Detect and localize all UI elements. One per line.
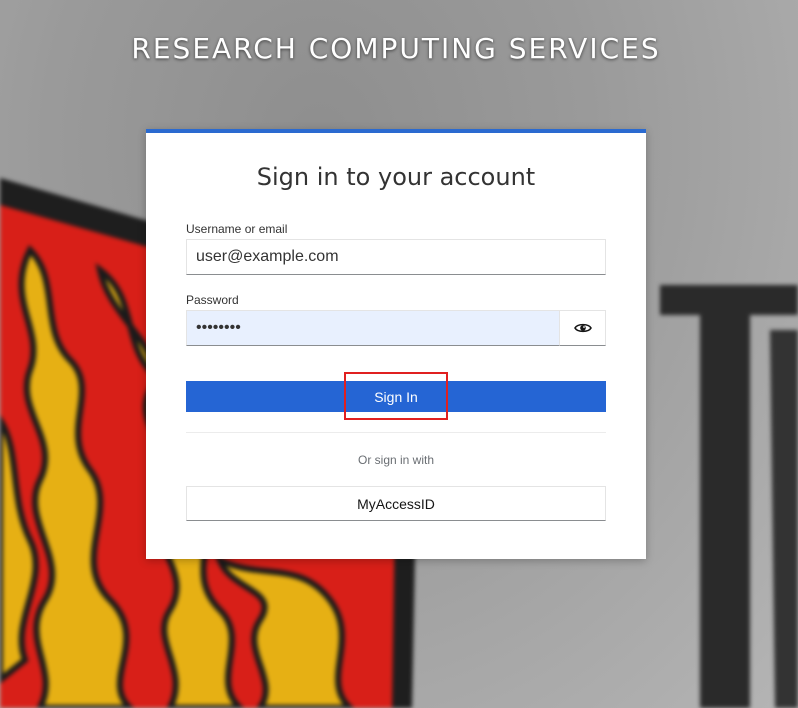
- sign-in-button[interactable]: Sign In: [186, 381, 606, 412]
- site-title: RESEARCH COMPUTING SERVICES: [131, 32, 661, 65]
- myaccessid-button[interactable]: MyAccessID: [186, 486, 606, 521]
- password-input[interactable]: [186, 310, 559, 346]
- password-label: Password: [186, 293, 239, 307]
- eye-icon: [573, 323, 592, 333]
- password-field-group: [186, 310, 606, 346]
- login-heading: Sign in to your account: [256, 163, 536, 191]
- login-card: Sign in to your account Username or emai…: [146, 129, 646, 559]
- show-password-button[interactable]: [559, 310, 606, 346]
- username-label: Username or email: [186, 222, 288, 236]
- or-sign-in-with-text: Or sign in with: [357, 453, 435, 467]
- username-input[interactable]: [186, 239, 606, 275]
- divider: [186, 432, 606, 433]
